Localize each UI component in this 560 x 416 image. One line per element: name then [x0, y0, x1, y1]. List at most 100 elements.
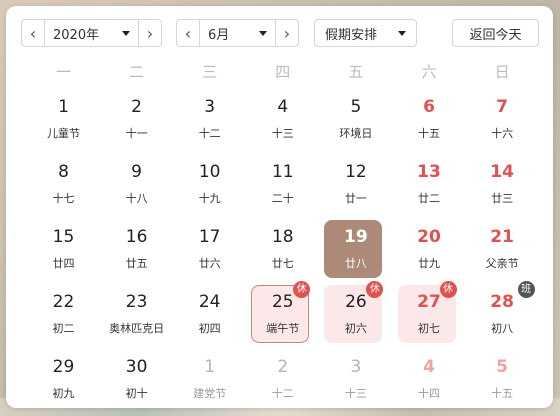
date-number: 6	[423, 97, 435, 117]
date-cell[interactable]: 27 初七休	[393, 281, 466, 349]
date-cell[interactable]: 22 初二	[27, 285, 100, 349]
year-selector-group: ‹ 2020年 ›	[21, 19, 162, 47]
lunar-label: 十九	[198, 192, 221, 205]
lunar-label: 初四	[198, 322, 221, 335]
date-cell[interactable]: 3 十三	[319, 350, 392, 414]
weekday-label: 五	[348, 63, 364, 81]
caret-down-icon	[398, 30, 406, 36]
date-cell[interactable]: 23 奥林匹克日	[100, 285, 173, 349]
year-value: 2020年	[53, 27, 100, 43]
lunar-label: 十一	[125, 127, 148, 140]
lunar-label: 廿五	[125, 257, 148, 270]
date-cell[interactable]: 30 初十	[100, 350, 173, 414]
date-cell[interactable]: 14 廿三	[466, 155, 539, 219]
date-cell[interactable]: 21 父亲节	[466, 220, 539, 284]
lunar-label: 端午节	[266, 322, 300, 335]
holiday-selector-group: 假期安排	[314, 19, 417, 47]
date-cell[interactable]: 2 十二	[246, 350, 319, 414]
date-cell[interactable]: 10 十九	[173, 155, 246, 219]
date-cell[interactable]: 3 十二	[173, 90, 246, 154]
date-cell[interactable]: 13 廿二	[393, 155, 466, 219]
date-cell[interactable]: 17 廿六	[173, 220, 246, 284]
lunar-label: 奥林匹克日	[109, 322, 165, 335]
holiday-value: 假期安排	[325, 27, 378, 43]
date-cell[interactable]: 19 廿八	[319, 220, 392, 284]
date-cell[interactable]: 11 二十	[246, 155, 319, 219]
lunar-label: 二十	[271, 192, 294, 205]
date-cell[interactable]: 28 初八班	[466, 281, 539, 349]
date-cell[interactable]: 4 十四	[393, 350, 466, 414]
date-cell[interactable]: 1 建党节	[173, 350, 246, 414]
date-number: 3	[204, 97, 216, 117]
date-number: 21	[490, 227, 514, 247]
chevron-right-icon: ›	[146, 23, 154, 43]
date-number: 19	[344, 227, 368, 247]
date-number: 26	[345, 292, 367, 312]
date-number: 30	[125, 357, 148, 377]
date-cell[interactable]: 29 初九	[27, 350, 100, 414]
lunar-label: 初九	[52, 387, 75, 400]
calendar-toolbar: ‹ 2020年 › ‹ 6月 › 假期安排 返回今天	[21, 19, 541, 49]
lunar-label: 十三	[344, 387, 367, 400]
lunar-label: 建党节	[193, 387, 227, 400]
date-grid: 1 儿童节 2 十一 3 十二 4 十三 5 环境日 6 十五 7 十六 8 十七 9 十八 10 十九 11 二十 12 廿…	[27, 90, 539, 408]
back-to-today-button[interactable]: 返回今天	[452, 19, 539, 47]
date-number: 11	[271, 162, 294, 182]
weekday-label: 六	[421, 63, 437, 81]
weekday-label: 二	[129, 63, 145, 81]
date-cell[interactable]: 26 初六休	[319, 281, 392, 349]
lunar-label: 初二	[52, 322, 75, 335]
date-number: 10	[198, 162, 221, 182]
lunar-label: 廿一	[344, 192, 367, 205]
date-cell[interactable]: 8 十七	[27, 155, 100, 219]
year-dropdown[interactable]: 2020年	[44, 20, 139, 46]
date-cell[interactable]: 20 廿九	[393, 220, 466, 284]
month-value: 6月	[208, 27, 230, 43]
lunar-label: 父亲节	[485, 257, 519, 270]
date-cell[interactable]: 18 廿七	[246, 220, 319, 284]
holiday-dropdown[interactable]: 假期安排	[315, 20, 416, 46]
date-number: 17	[198, 227, 221, 247]
prev-year-button[interactable]: ‹	[22, 20, 44, 46]
date-cell[interactable]: 16 廿五	[100, 220, 173, 284]
date-number: 18	[271, 227, 294, 247]
date-number: 23	[125, 292, 148, 312]
date-cell[interactable]: 15 廿四	[27, 220, 100, 284]
date-cell[interactable]: 25 端午节休	[246, 281, 319, 349]
lunar-label: 廿八	[344, 257, 367, 270]
lunar-label: 廿二	[418, 192, 440, 205]
date-cell[interactable]: 1 儿童节	[27, 90, 100, 154]
date-number: 25	[271, 292, 294, 312]
date-cell[interactable]: 2 十一	[100, 90, 173, 154]
weekday-label: 日	[494, 63, 510, 81]
date-cell[interactable]: 4 十三	[246, 90, 319, 154]
date-number: 29	[52, 357, 75, 377]
lunar-label: 十七	[52, 192, 75, 205]
lunar-label: 十二	[198, 127, 221, 140]
date-cell[interactable]: 5 十五	[466, 350, 539, 414]
lunar-label: 廿九	[418, 257, 440, 270]
caret-down-icon	[122, 30, 130, 36]
lunar-label: 环境日	[339, 127, 373, 140]
date-cell[interactable]: 12 廿一	[319, 155, 392, 219]
next-year-button[interactable]: ›	[139, 20, 161, 46]
date-number: 13	[417, 162, 441, 182]
next-month-button[interactable]: ›	[276, 20, 298, 46]
work-day-badge: 班	[517, 281, 535, 298]
date-number: 9	[131, 162, 142, 182]
prev-month-button[interactable]: ‹	[177, 20, 199, 46]
month-dropdown[interactable]: 6月	[199, 20, 276, 46]
lunar-label: 初十	[125, 387, 148, 400]
date-cell[interactable]: 5 环境日	[319, 90, 392, 154]
date-number: 7	[496, 97, 509, 117]
date-cell[interactable]: 6 十五	[393, 90, 466, 154]
lunar-label: 十五	[418, 127, 440, 140]
date-cell[interactable]: 9 十八	[100, 155, 173, 219]
calendar-panel: ‹ 2020年 › ‹ 6月 › 假期安排 返回今天 一 二 三 四 五 六 日…	[6, 6, 553, 408]
date-number: 4	[277, 97, 289, 117]
weekday-label: 四	[275, 63, 291, 81]
lunar-label: 廿四	[52, 257, 75, 270]
date-number: 20	[417, 227, 441, 247]
date-cell[interactable]: 7 十六	[466, 90, 539, 154]
date-cell[interactable]: 24 初四	[173, 285, 246, 349]
